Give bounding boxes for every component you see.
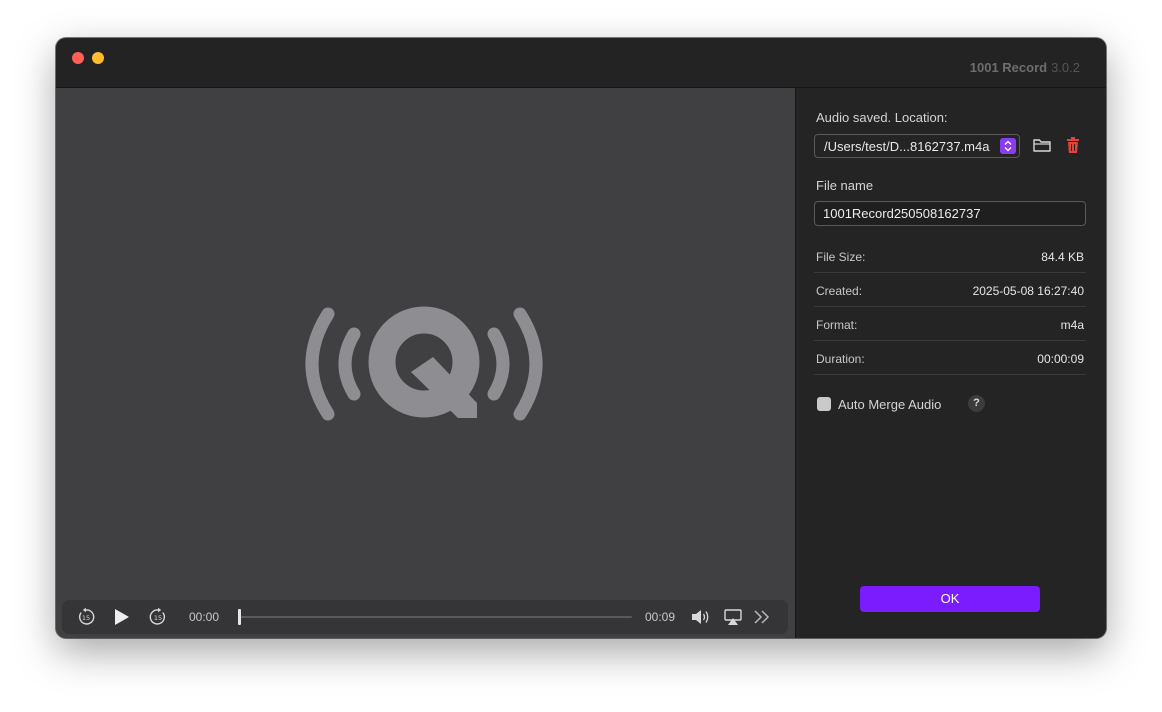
info-row-created: Created: 2025-05-08 16:27:40	[814, 273, 1086, 307]
audio-player: 15 15 00:00 00:09	[56, 88, 795, 638]
total-duration: 00:09	[645, 610, 676, 624]
help-icon[interactable]: ?	[968, 395, 985, 412]
info-value: 00:00:09	[1037, 352, 1084, 366]
info-value: 84.4 KB	[1041, 250, 1084, 264]
progress-track[interactable]	[240, 616, 632, 618]
record-logo-icon	[305, 306, 543, 421]
info-value: 2025-05-08 16:27:40	[972, 284, 1084, 298]
file-info-panel: Audio saved. Location: /Users/test/D...8…	[796, 88, 1106, 638]
info-row-file-size: File Size: 84.4 KB	[814, 239, 1086, 273]
forward-seconds-label: 15	[154, 614, 162, 622]
playback-controls: 15 15 00:00 00:09	[62, 600, 788, 634]
info-key: File Size:	[816, 250, 866, 264]
volume-icon[interactable]	[690, 607, 710, 627]
info-key: Duration:	[816, 352, 865, 366]
current-time: 00:00	[189, 610, 220, 624]
location-dropdown[interactable]: /Users/test/D...8162737.m4a	[814, 134, 1020, 158]
app-name: 1001 Record	[969, 60, 1048, 75]
rewind-seconds-label: 15	[82, 614, 90, 622]
folder-icon[interactable]	[1032, 135, 1052, 155]
trash-icon[interactable]	[1063, 135, 1083, 155]
location-label: Audio saved. Location:	[816, 110, 948, 125]
file-name-label: File name	[816, 178, 874, 193]
close-window-button[interactable]	[72, 52, 84, 64]
location-value: /Users/test/D...8162737.m4a	[824, 139, 990, 154]
forward-15-icon[interactable]: 15	[148, 607, 168, 627]
info-key: Created:	[816, 284, 863, 298]
info-row-format: Format: m4a	[814, 307, 1086, 341]
rewind-15-icon[interactable]: 15	[76, 607, 96, 627]
info-value: m4a	[1060, 318, 1084, 332]
ok-button[interactable]: OK	[860, 586, 1040, 612]
progress-thumb[interactable]	[238, 609, 241, 625]
auto-merge-label: Auto Merge Audio	[838, 397, 942, 412]
stepper-icon[interactable]	[1000, 138, 1016, 154]
app-title: 1001 Record 3.0.2	[970, 60, 1080, 75]
minimize-window-button[interactable]	[92, 52, 104, 64]
airplay-icon[interactable]	[723, 607, 743, 627]
auto-merge-checkbox[interactable]	[817, 397, 831, 411]
file-name-input[interactable]	[814, 201, 1086, 226]
app-window: 1001 Record 3.0.2 15 15 00:00 00:09 Audi…	[56, 38, 1106, 638]
info-key: Format:	[816, 318, 858, 332]
more-icon[interactable]	[752, 607, 772, 627]
app-version: 3.0.2	[1051, 60, 1080, 75]
title-bar: 1001 Record 3.0.2	[56, 38, 1106, 88]
info-row-duration: Duration: 00:00:09	[814, 341, 1086, 375]
play-icon[interactable]	[111, 607, 131, 627]
